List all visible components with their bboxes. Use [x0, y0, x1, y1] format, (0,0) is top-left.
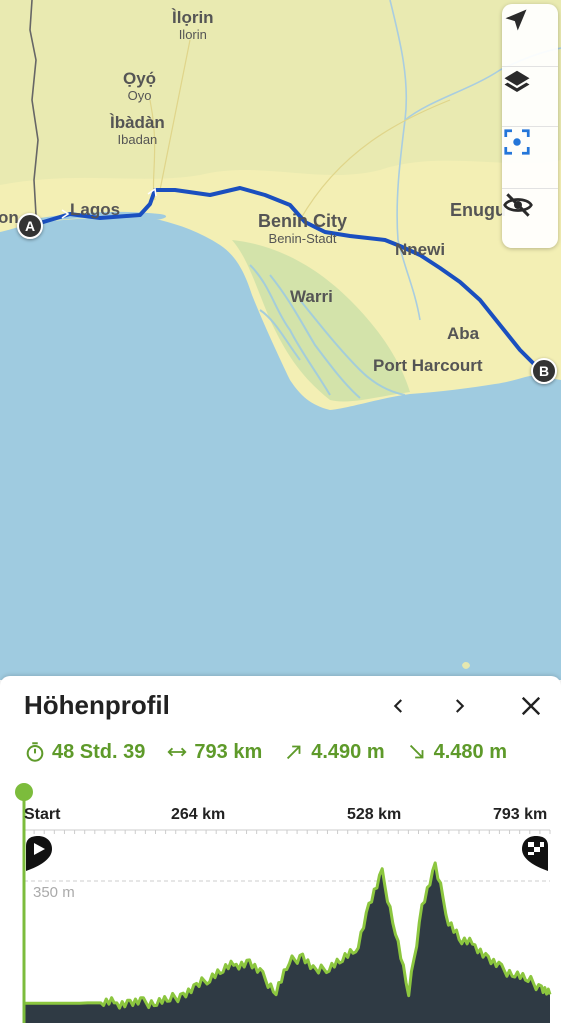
- y-max-label: 350 m: [33, 884, 75, 901]
- place-benin-city: Benin City Benin-Stadt: [258, 211, 348, 246]
- place-oyo: Ọyọ́ Oyo: [123, 69, 157, 103]
- route-stats: 48 Std. 39 793 km 4.490 m 4.480 m: [24, 738, 528, 766]
- place-warri: Warri: [290, 287, 333, 306]
- next-button[interactable]: [441, 688, 477, 724]
- route-start-marker[interactable]: A: [17, 213, 43, 239]
- chevron-right-icon: [456, 699, 465, 713]
- finish-flag-icon: [522, 836, 548, 871]
- locate-button[interactable]: [502, 6, 558, 66]
- close-button[interactable]: [513, 688, 549, 724]
- place-nnewi: Nnewi: [395, 240, 446, 259]
- close-icon: [521, 696, 541, 716]
- previous-button[interactable]: [381, 688, 417, 724]
- timer-icon: [26, 742, 44, 762]
- place-enugu: Enugu: [450, 200, 506, 220]
- navigation-arrow-icon: [505, 9, 527, 31]
- duration-stat: 48 Std. 39: [24, 741, 145, 764]
- start-marker-label: A: [24, 218, 36, 234]
- elevation-area-group: [24, 861, 552, 1023]
- hide-eye-icon: [503, 193, 533, 217]
- focus-route-button[interactable]: [502, 126, 558, 186]
- place-port-harcourt: Port Harcourt: [373, 356, 483, 375]
- x-tick-793: 793 km: [493, 806, 548, 823]
- elevation-chart-svg: [15, 783, 552, 1023]
- descent-value: 4.480 m: [433, 740, 508, 763]
- distance-value: 793 km: [194, 740, 263, 763]
- end-marker-label: B: [538, 363, 550, 379]
- place-lagos: Lagos: [70, 200, 121, 219]
- start-flag-icon: [26, 836, 52, 871]
- place-ibadan: Ìbàdàn Ibadan: [110, 113, 165, 147]
- distance-icon: [167, 747, 187, 757]
- place-aba: Aba: [447, 324, 480, 343]
- chevron-left-icon: [393, 699, 402, 713]
- hide-route-button[interactable]: [502, 188, 558, 248]
- layers-icon: [504, 70, 530, 92]
- x-tick-264: 264 km: [171, 806, 226, 823]
- map-view[interactable]: Ìlọrin Ilorin Ọyọ́ Oyo Ìbàdàn Ibadan Lag…: [0, 0, 561, 680]
- ascent-icon: [287, 745, 301, 760]
- descent-icon: [409, 744, 424, 759]
- sheet-title: Höhenprofil: [24, 690, 170, 720]
- ascent-stat: 4.490 m: [283, 740, 385, 764]
- place-ilorin: Ìlọrin Ilorin: [172, 8, 214, 42]
- place-edge-label: on: [0, 208, 19, 227]
- x-tick-528: 528 km: [347, 806, 402, 823]
- map-controls: [502, 4, 558, 248]
- distance-stat: 793 km: [166, 741, 262, 764]
- ascent-value: 4.490 m: [311, 740, 385, 763]
- focus-route-icon: [504, 129, 530, 155]
- x-axis-minor-ticks: [23, 830, 551, 834]
- duration-value: 48 Std. 39: [52, 740, 146, 763]
- elevation-profile-chart[interactable]: Start 264 km 528 km 793 km 350 m: [0, 780, 561, 1023]
- descent-stat: 4.480 m: [406, 741, 507, 764]
- x-tick-start: Start: [24, 806, 61, 823]
- route-end-marker[interactable]: B: [531, 358, 557, 384]
- elevation-sheet: Höhenprofil 48 Std. 39 793 km 4.490 m 4.…: [0, 676, 561, 1023]
- layers-button[interactable]: [502, 66, 558, 126]
- position-cursor-handle[interactable]: [15, 783, 33, 801]
